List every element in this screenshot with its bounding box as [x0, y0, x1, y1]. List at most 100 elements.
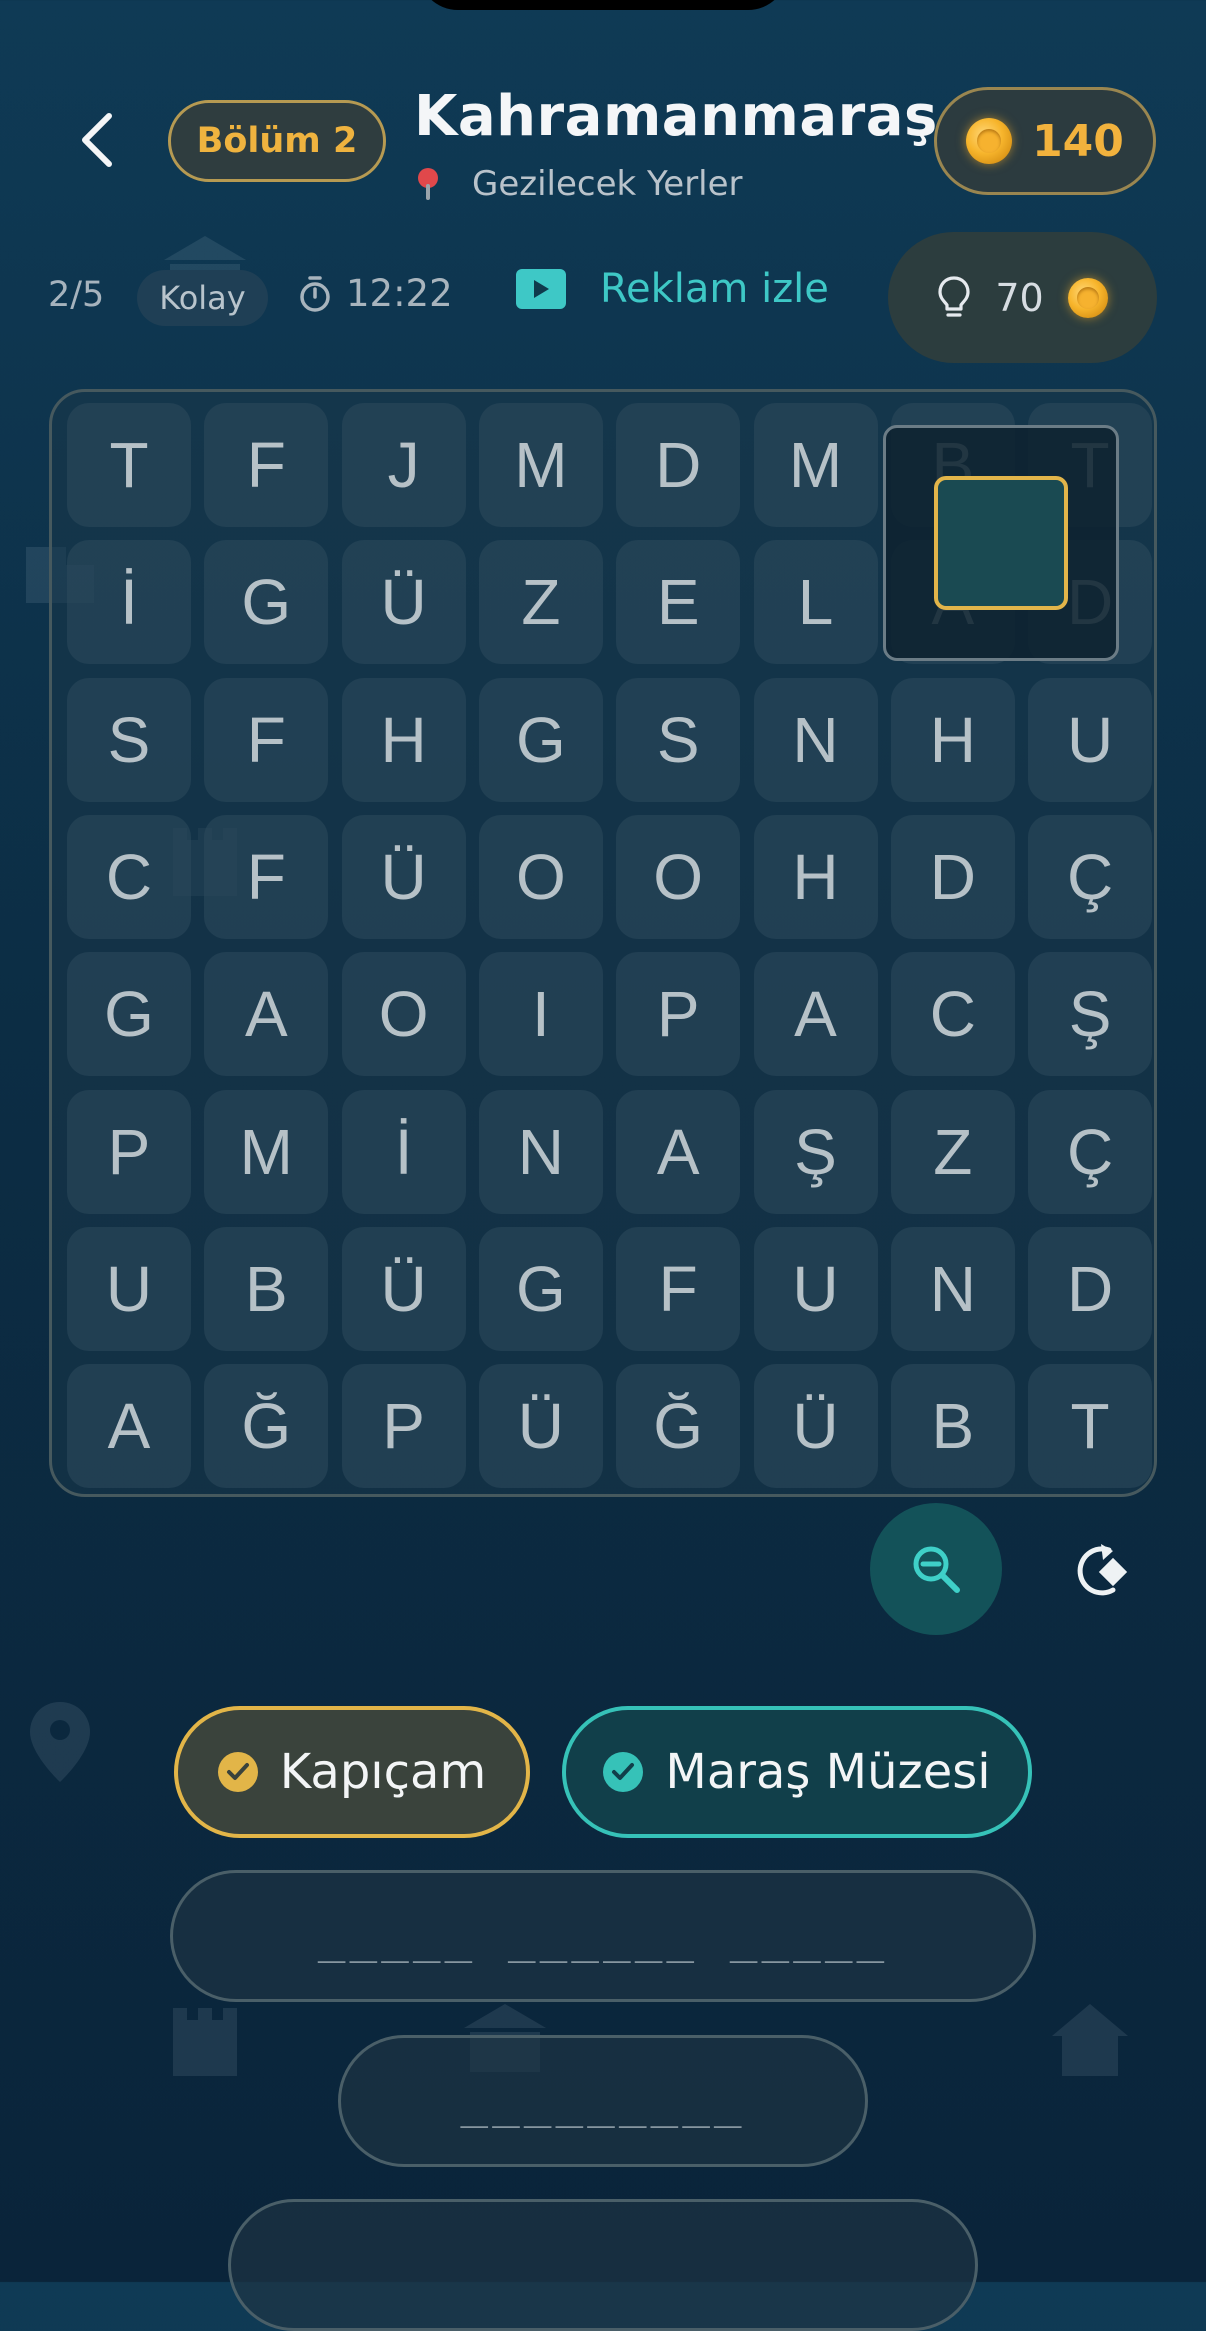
location-pin-icon	[414, 166, 442, 202]
letter-cell[interactable]: G	[204, 540, 329, 665]
selected-cell-highlight[interactable]	[934, 476, 1068, 610]
letter-cell[interactable]: Ü	[341, 540, 466, 665]
letter-cell[interactable]: T	[67, 403, 191, 527]
letter-cell[interactable]: Ç	[1028, 814, 1153, 939]
timer-value: 12:22	[346, 272, 453, 315]
letter-cell[interactable]: G	[67, 952, 191, 1077]
letter-cell[interactable]: F	[616, 1226, 741, 1351]
letter-cell[interactable]: U	[753, 1226, 878, 1351]
letter-cell[interactable]: Z	[890, 1089, 1015, 1214]
letter-cell[interactable]: C	[890, 952, 1015, 1077]
letter-cell[interactable]: I	[478, 952, 603, 1077]
watch-ad-label: Reklam izle	[600, 266, 829, 312]
zoom-out-button[interactable]	[870, 1503, 1002, 1635]
found-word-chip[interactable]: Maraş Müzesi	[562, 1706, 1032, 1838]
found-word-label: Kapıçam	[279, 1744, 487, 1800]
hint-cost: 70	[995, 275, 1044, 320]
subtitle-text: Gezilecek Yerler	[472, 164, 743, 204]
rotate-button[interactable]	[1066, 1535, 1136, 1605]
letter-cell[interactable]: M	[478, 403, 603, 527]
letter-cell[interactable]: P	[341, 1364, 466, 1489]
letter-cell[interactable]: Z	[478, 540, 603, 665]
letter-cell[interactable]: B	[204, 1226, 329, 1351]
letter-cell[interactable]: T	[1028, 1364, 1153, 1489]
letter-cell[interactable]: H	[341, 677, 466, 802]
letter-cell[interactable]: U	[67, 1226, 191, 1351]
word-slot	[228, 2199, 978, 2331]
device-notch	[418, 0, 788, 10]
page-title: Kahramanmaraş	[414, 84, 938, 149]
location-pin-icon	[28, 1700, 92, 1784]
letter-cell[interactable]: D	[1028, 1226, 1153, 1351]
letter-cell[interactable]: F	[204, 403, 329, 527]
castle-icon	[165, 2000, 245, 2080]
letter-cell[interactable]: O	[341, 952, 466, 1077]
coin-icon	[1067, 277, 1108, 318]
letter-cell[interactable]: J	[341, 403, 466, 527]
timer: 12:22	[298, 272, 453, 315]
letter-cell[interactable]: A	[753, 952, 878, 1077]
letter-cell[interactable]: D	[616, 403, 741, 527]
back-arrow-icon	[82, 113, 112, 167]
letter-cell[interactable]: N	[478, 1089, 603, 1214]
letter-cell[interactable]: G	[478, 677, 603, 802]
letter-cell[interactable]: B	[890, 1364, 1015, 1489]
check-icon	[603, 1752, 644, 1792]
letter-cell[interactable]: Ü	[341, 1226, 466, 1351]
house-icon	[1050, 2000, 1130, 2080]
letter-cell[interactable]: Ğ	[616, 1364, 741, 1489]
letter-cell[interactable]: P	[616, 952, 741, 1077]
category-subtitle: Gezilecek Yerler	[414, 164, 743, 204]
back-button[interactable]	[62, 105, 132, 175]
letter-cell[interactable]: F	[204, 677, 329, 802]
stopwatch-icon	[300, 275, 330, 312]
letter-cell[interactable]: S	[67, 677, 191, 802]
lightbulb-icon	[938, 275, 970, 317]
letter-cell[interactable]: A	[204, 952, 329, 1077]
letter-cell[interactable]: M	[753, 403, 878, 527]
letter-cell[interactable]: Ğ	[204, 1364, 329, 1489]
letter-cell[interactable]: D	[890, 814, 1015, 939]
letter-cell[interactable]: G	[478, 1226, 603, 1351]
rotate-icon	[1077, 1544, 1128, 1596]
letter-cell[interactable]: S	[616, 677, 741, 802]
letter-cell[interactable]: O	[616, 814, 741, 939]
coin-count: 140	[1032, 115, 1124, 167]
hint-button[interactable]: 70	[888, 232, 1157, 363]
letter-cell[interactable]: P	[67, 1089, 191, 1214]
letter-cell[interactable]: F	[204, 814, 329, 939]
letter-cell[interactable]: İ	[67, 540, 191, 665]
letter-cell[interactable]: Ü	[753, 1364, 878, 1489]
found-word-label: Maraş Müzesi	[665, 1744, 991, 1800]
play-icon	[516, 269, 566, 309]
coin-balance[interactable]: 140	[934, 87, 1156, 195]
letter-cell[interactable]: H	[890, 677, 1015, 802]
letter-cell[interactable]: Ü	[478, 1364, 603, 1489]
zoom-out-icon	[913, 1546, 960, 1593]
word-slot: _________	[338, 2035, 868, 2167]
letter-cell[interactable]: N	[890, 1226, 1015, 1351]
letter-cell[interactable]: M	[204, 1089, 329, 1214]
letter-cell[interactable]: Ş	[1028, 952, 1153, 1077]
letter-cell[interactable]: İ	[341, 1089, 466, 1214]
letter-cell[interactable]: U	[1028, 677, 1153, 802]
letter-cell[interactable]: L	[753, 540, 878, 665]
word-slot: _____ ______ _____	[170, 1870, 1036, 2002]
letter-cell[interactable]: E	[616, 540, 741, 665]
letter-cell[interactable]: Ç	[1028, 1089, 1153, 1214]
watch-ad-button[interactable]: Reklam izle	[516, 266, 829, 312]
letter-cell[interactable]: Ş	[753, 1089, 878, 1214]
letter-cell[interactable]: A	[67, 1364, 191, 1489]
check-icon	[217, 1752, 258, 1792]
level-badge: Bölüm 2	[168, 100, 386, 182]
letter-cell[interactable]: N	[753, 677, 878, 802]
letter-cell[interactable]: C	[67, 814, 191, 939]
found-word-chip[interactable]: Kapıçam	[174, 1706, 530, 1838]
coin-icon	[966, 118, 1013, 164]
letter-cell[interactable]: A	[616, 1089, 741, 1214]
letter-cell[interactable]: H	[753, 814, 878, 939]
word-progress: 2/5	[48, 275, 105, 315]
letter-cell[interactable]: Ü	[341, 814, 466, 939]
difficulty-badge: Kolay	[137, 270, 268, 326]
letter-cell[interactable]: O	[478, 814, 603, 939]
